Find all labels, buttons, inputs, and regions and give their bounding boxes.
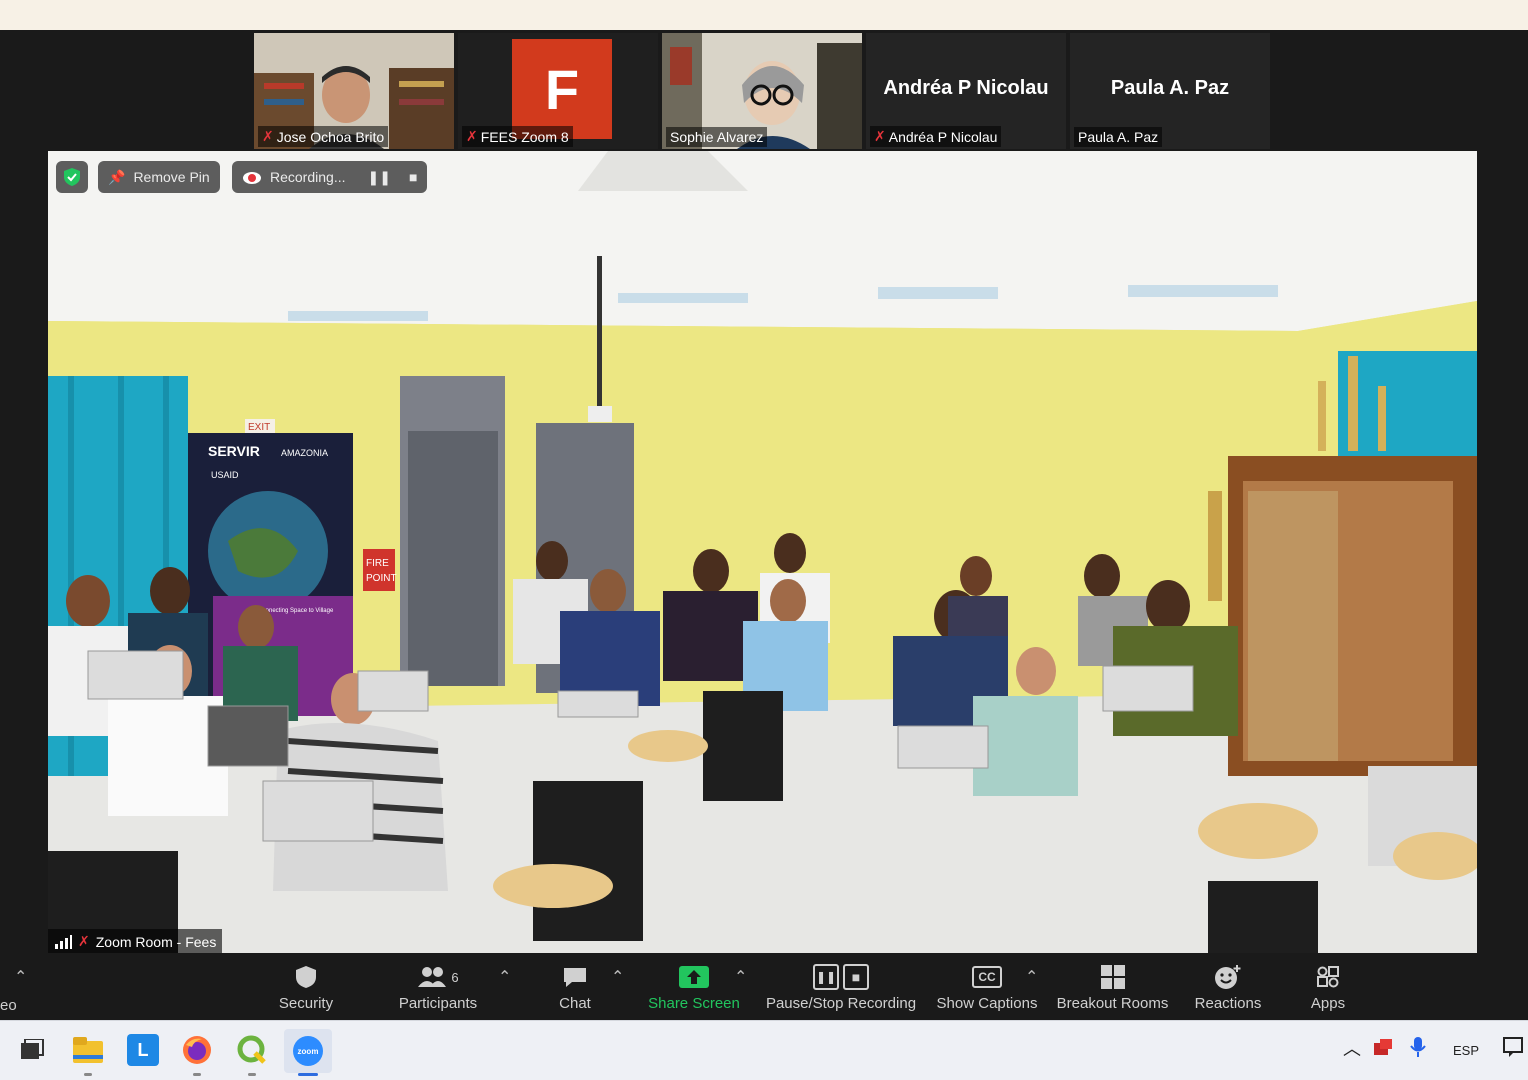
reactions-icon <box>1215 965 1241 989</box>
mic-muted-icon: ✗ <box>262 128 274 144</box>
participant-name: Sophie Alvarez <box>670 129 764 145</box>
network-tray-icon[interactable] <box>1372 1037 1394 1060</box>
recording-label: Recording... <box>270 169 346 185</box>
participant-display-name: Andréa P Nicolau <box>883 77 1049 99</box>
signal-strength-icon <box>55 934 72 949</box>
participant-name: FEES Zoom 8 <box>480 128 569 145</box>
window-top-strip <box>0 0 1528 30</box>
file-explorer-icon[interactable] <box>72 1034 104 1066</box>
remove-pin-button[interactable]: 📌 Remove Pin <box>98 161 220 193</box>
main-participant-name: Zoom Room - Fees <box>95 933 217 950</box>
participants-count: 6 <box>451 969 459 985</box>
classroom-scene: SERVIR AMAZONIA USAID Connecting Space t… <box>48 151 1477 953</box>
qgis-icon[interactable] <box>236 1034 268 1066</box>
exit-sign: EXIT <box>248 422 270 433</box>
pause-icon: ❚❚ <box>813 964 839 990</box>
participant-name: Andréa P Nicolau <box>888 128 998 145</box>
active-app-indicator <box>298 1073 318 1076</box>
stop-recording-icon[interactable]: ■ <box>409 169 417 185</box>
notification-icon[interactable] <box>1503 1037 1527 1062</box>
chat-button[interactable]: Chat <box>550 959 600 1012</box>
share-screen-button[interactable]: Share Screen <box>648 959 740 1012</box>
chat-options-caret[interactable]: ⌃ <box>611 967 624 987</box>
poster-logos: USAID <box>211 470 239 480</box>
microphone-icon[interactable] <box>1410 1036 1426 1061</box>
participants-button[interactable]: 6 Participants <box>397 959 479 1012</box>
main-video-feed[interactable]: SERVIR AMAZONIA USAID Connecting Space t… <box>48 151 1477 953</box>
reactions-button[interactable]: Reactions <box>1194 959 1262 1012</box>
security-shield-badge[interactable] <box>56 161 88 193</box>
video-label-partial: eo <box>0 997 17 1014</box>
running-indicator <box>84 1073 92 1076</box>
share-screen-icon <box>679 966 709 988</box>
participant-name-tag: Paula A. Paz <box>1074 127 1163 147</box>
participant-thumbnails: ✗ Jose Ochoa Brito F ✗ FEES Zoom 8 Sophi… <box>254 33 1270 149</box>
show-captions-button[interactable]: CC Show Captions <box>936 959 1038 1012</box>
shield-check-icon <box>64 168 80 186</box>
thumbnail-andrea-p-nicolau[interactable]: Andréa P Nicolau ✗ Andréa P Nicolau <box>866 33 1066 149</box>
launcher-l-icon[interactable]: L <box>127 1034 159 1066</box>
recording-indicator: Recording... ❚❚ ■ <box>232 161 428 193</box>
security-button[interactable]: Security <box>278 959 334 1012</box>
poster-brand-sub: AMAZONIA <box>281 448 328 458</box>
firefox-icon[interactable] <box>181 1034 213 1066</box>
avatar: F <box>512 39 612 139</box>
fire-point-sign-line1: FIRE <box>366 558 389 569</box>
participant-name-tag: ✗ Jose Ochoa Brito <box>258 126 389 147</box>
breakout-rooms-icon <box>1100 965 1125 989</box>
video-options-caret[interactable]: ⌃ <box>14 967 27 987</box>
participant-name: Paula A. Paz <box>1078 129 1159 145</box>
pin-icon: 📌 <box>108 168 126 185</box>
participant-name-tag: Sophie Alvarez <box>666 127 768 147</box>
share-options-caret[interactable]: ⌃ <box>734 967 747 987</box>
mic-muted-icon: ✗ <box>874 128 886 144</box>
thumbnail-fees-zoom-8[interactable]: F ✗ FEES Zoom 8 <box>458 33 658 149</box>
language-indicator[interactable]: ESP <box>1453 1043 1479 1058</box>
captions-options-caret[interactable]: ⌃ <box>1025 967 1038 987</box>
mic-muted-icon: ✗ <box>466 128 478 144</box>
thumbnail-paula-a-paz[interactable]: Paula A. Paz Paula A. Paz <box>1070 33 1270 149</box>
participants-icon <box>418 967 447 987</box>
show-hidden-icons-chevron[interactable]: ︿ <box>1343 1035 1361 1061</box>
remove-pin-label: Remove Pin <box>133 169 210 185</box>
participants-options-caret[interactable]: ⌃ <box>498 967 511 987</box>
fire-point-sign-line2: POINT <box>366 573 397 584</box>
participant-name-tag: ✗ Andréa P Nicolau <box>870 126 1002 147</box>
zoom-app-icon[interactable]: zoom <box>284 1029 332 1073</box>
apps-button[interactable]: Apps <box>1307 959 1349 1012</box>
meeting-toolbar: ⌃ eo Security 6 Participants ⌃ Chat ⌃ Sh… <box>0 953 1528 1020</box>
running-indicator <box>193 1073 201 1076</box>
stop-icon: ■ <box>843 964 869 990</box>
mic-muted-icon: ✗ <box>78 933 90 949</box>
thumbnail-jose-ochoa-brito[interactable]: ✗ Jose Ochoa Brito <box>254 33 454 149</box>
poster-brand: SERVIR <box>208 443 260 459</box>
apps-icon <box>1317 966 1339 988</box>
main-participant-name-tag: ✗ Zoom Room - Fees <box>48 929 223 954</box>
thumbnail-sophie-alvarez[interactable]: Sophie Alvarez <box>662 33 862 149</box>
chat-icon <box>564 968 586 987</box>
windows-taskbar: L zoom ︿ ESP <box>0 1020 1528 1080</box>
captions-icon: CC <box>972 966 1002 988</box>
running-indicator <box>248 1073 256 1076</box>
pause-recording-icon[interactable]: ❚❚ <box>367 169 390 186</box>
participant-name: Jose Ochoa Brito <box>276 128 385 145</box>
participant-display-name: Paula A. Paz <box>1110 77 1230 99</box>
participant-name-tag: ✗ FEES Zoom 8 <box>462 126 573 147</box>
pause-stop-recording-button[interactable]: ❚❚ ■ Pause/Stop Recording <box>765 959 917 1012</box>
shield-icon <box>296 966 316 988</box>
recording-cloud-icon <box>243 172 261 184</box>
breakout-rooms-button[interactable]: Breakout Rooms <box>1056 959 1169 1012</box>
task-view-icon[interactable] <box>16 1034 48 1066</box>
